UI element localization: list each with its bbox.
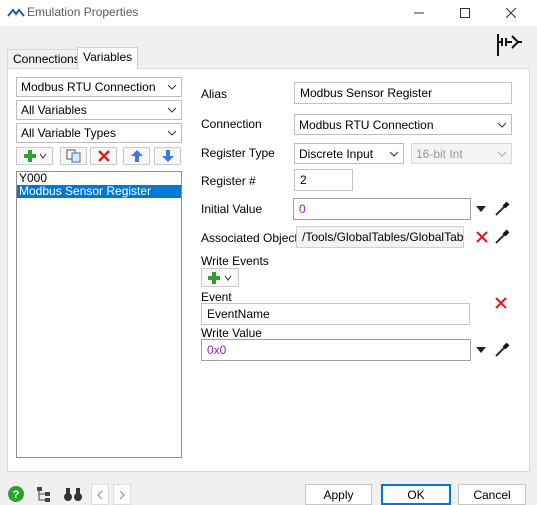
write-value-label: Write Value: [201, 326, 262, 340]
arrow-down-icon: [161, 150, 174, 162]
clear-object-icon[interactable]: [475, 230, 489, 244]
connection-filter-select[interactable]: Modbus RTU Connection: [16, 77, 182, 97]
register-type-value: Discrete Input: [299, 146, 374, 161]
chevron-right-icon: [119, 489, 126, 500]
minimize-icon: [414, 12, 424, 14]
chevron-down-icon: [497, 151, 507, 157]
variables-filter-select[interactable]: All Variables: [16, 100, 182, 120]
move-down-button[interactable]: [154, 147, 181, 165]
register-type-label: Register Type: [201, 146, 275, 160]
chevron-down-icon: [389, 151, 399, 157]
connection-label: Connection: [201, 117, 262, 131]
connection-filter-value: Modbus RTU Connection: [21, 80, 156, 94]
dropdown-arrow-icon[interactable]: [475, 344, 487, 356]
variables-filter-value: All Variables: [21, 103, 87, 117]
initial-value-input[interactable]: 0: [293, 198, 471, 220]
tab-connections[interactable]: Connections: [7, 49, 86, 68]
minimize-button[interactable]: [396, 0, 442, 26]
event-name-input[interactable]: EventName: [201, 303, 470, 325]
connection-select[interactable]: Modbus RTU Connection: [294, 114, 512, 135]
delete-event-icon[interactable]: [494, 296, 508, 310]
ok-button[interactable]: OK: [381, 484, 451, 505]
close-button[interactable]: [488, 0, 534, 26]
emulation-icon: [7, 8, 25, 17]
register-type-select[interactable]: Discrete Input: [294, 143, 404, 164]
arrow-up-icon: [130, 150, 143, 162]
data-type-value: 16-bit Int: [416, 146, 463, 161]
tree-icon[interactable]: [35, 485, 53, 503]
delete-icon: [97, 150, 110, 162]
plus-icon: [208, 271, 232, 284]
write-events-label: Write Events: [201, 254, 269, 268]
initial-value-label: Initial Value: [201, 202, 263, 216]
connection-select-value: Modbus RTU Connection: [299, 117, 434, 132]
associated-object-label: Associated Object: [201, 231, 298, 245]
chevron-down-icon: [167, 130, 177, 136]
cancel-button[interactable]: Cancel: [458, 484, 526, 505]
chevron-down-icon: [497, 122, 507, 128]
register-number-label: Register #: [201, 174, 256, 188]
window-title: Emulation Properties: [27, 5, 139, 19]
add-variable-button[interactable]: [16, 147, 53, 165]
binoculars-icon[interactable]: [63, 485, 83, 503]
ladder-logic-icon: [497, 34, 522, 56]
types-filter-select[interactable]: All Variable Types: [16, 123, 182, 143]
alias-input[interactable]: Modbus Sensor Register: [294, 82, 512, 104]
associated-object-value[interactable]: /Tools/GlobalTables/GlobalTable1: [296, 226, 464, 248]
add-event-button[interactable]: [201, 268, 239, 287]
copy-icon: [66, 149, 80, 163]
alias-label: Alias: [201, 87, 228, 101]
move-up-button[interactable]: [123, 147, 150, 165]
apply-button[interactable]: Apply: [305, 484, 372, 505]
event-label: Event: [201, 290, 232, 304]
delete-variable-button[interactable]: [90, 147, 117, 165]
write-value-input[interactable]: 0x0: [201, 339, 471, 361]
close-icon: [506, 8, 516, 18]
dropdown-arrow-icon[interactable]: [475, 203, 487, 215]
copy-variable-button[interactable]: [60, 147, 87, 165]
maximize-button[interactable]: [442, 0, 488, 26]
help-icon[interactable]: ?: [7, 485, 25, 503]
chevron-down-icon: [167, 107, 177, 113]
svg-text:?: ?: [13, 489, 20, 501]
sampler-icon[interactable]: [494, 199, 512, 217]
sampler-icon[interactable]: [494, 227, 512, 245]
sampler-icon[interactable]: [494, 340, 512, 358]
list-item-selected[interactable]: Modbus Sensor Register: [17, 185, 181, 198]
variable-list[interactable]: Y000 Modbus Sensor Register: [16, 171, 182, 458]
data-type-select: 16-bit Int: [411, 143, 512, 164]
tab-variables[interactable]: Variables: [77, 47, 139, 69]
types-filter-value: All Variable Types: [21, 126, 116, 140]
next-button[interactable]: [113, 484, 131, 505]
chevron-down-icon: [167, 84, 177, 90]
chevron-left-icon: [96, 489, 103, 500]
maximize-icon: [460, 8, 470, 18]
register-number-input[interactable]: 2: [294, 169, 353, 191]
previous-button[interactable]: [91, 484, 109, 505]
plus-icon: [23, 150, 46, 162]
